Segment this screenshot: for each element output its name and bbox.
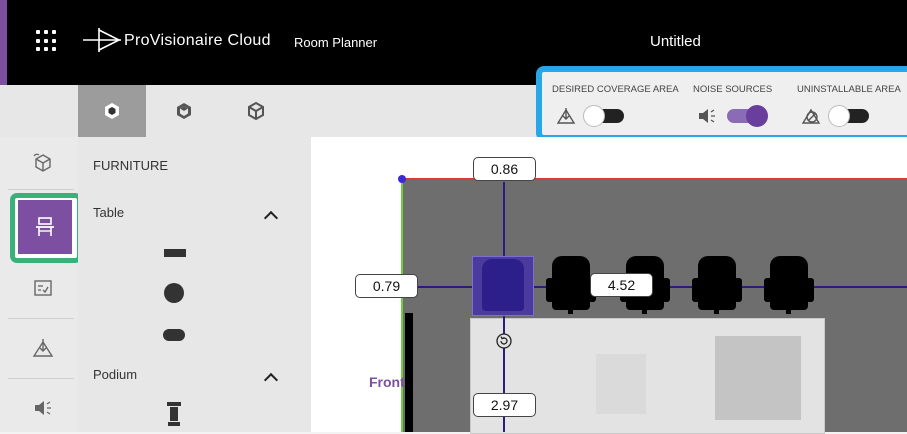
app-name: Room Planner	[294, 35, 378, 50]
toggle-label: UNINSTALLABLE AREA	[797, 84, 901, 95]
tab-3d-wire[interactable]	[222, 85, 290, 137]
category-table-label[interactable]: Table	[93, 205, 124, 220]
noise-toggle-switch[interactable]	[727, 105, 768, 127]
rotate-handle-icon[interactable]	[496, 333, 512, 349]
room-corner-handle[interactable]	[398, 175, 406, 183]
rect-table-item[interactable]	[164, 249, 186, 257]
nav-divider	[8, 378, 74, 379]
nav-divider	[8, 189, 74, 190]
oval-table-item[interactable]	[163, 329, 185, 341]
coverage-toggle-switch[interactable]	[583, 105, 624, 127]
toggle-noise-sources: NOISE SOURCES	[693, 84, 773, 127]
chair-seat	[482, 259, 524, 311]
dimension-label-below[interactable]: 2.97	[473, 393, 536, 417]
app-launcher-icon[interactable]	[36, 30, 58, 52]
cube-icon	[33, 153, 51, 172]
coverage-icon	[32, 339, 54, 357]
uninstallable-toggle-switch[interactable]	[828, 105, 869, 127]
speaker-noise-icon	[699, 109, 715, 123]
room-wall-left[interactable]	[401, 179, 403, 432]
chair[interactable]	[692, 256, 742, 314]
round-table-item[interactable]	[164, 283, 184, 303]
toggle-label: DESIRED COVERAGE AREA	[552, 84, 679, 95]
nav-noise[interactable]	[12, 382, 74, 434]
chair[interactable]	[546, 256, 596, 314]
podium-item[interactable]	[167, 402, 181, 426]
cube-outline-icon	[177, 103, 191, 119]
toggle-desired-coverage: DESIRED COVERAGE AREA	[552, 84, 679, 127]
dimension-guide	[503, 182, 505, 257]
nav-furniture[interactable]	[18, 200, 72, 254]
checklist-icon	[34, 280, 52, 296]
desk-icon	[36, 217, 54, 236]
nav-checklist[interactable]	[12, 262, 74, 314]
table-object[interactable]	[715, 336, 801, 420]
dimension-label-top[interactable]: 0.86	[473, 157, 536, 181]
nav-coverage[interactable]	[12, 322, 74, 374]
tab-3d-solid[interactable]	[78, 85, 146, 137]
toggle-label: NOISE SOURCES	[693, 84, 773, 95]
speaker-noise-icon	[35, 401, 51, 415]
brand-name: ProVisionaire Cloud	[124, 32, 271, 49]
front-label: Front	[369, 374, 405, 390]
display-toggles-panel: DESIRED COVERAGE AREA NOISE SOURCES UNIN…	[536, 66, 907, 141]
chair[interactable]	[764, 256, 814, 314]
table-object[interactable]	[596, 354, 646, 414]
tab-3d-outline[interactable]	[150, 85, 218, 137]
view-tabs	[78, 85, 290, 137]
category-podium-label[interactable]: Podium	[93, 367, 137, 382]
panel-title: FURNITURE	[93, 158, 169, 173]
toggle-uninstallable-area: UNINSTALLABLE AREA	[797, 84, 901, 127]
brand-accent-strip	[0, 0, 7, 85]
nav-room-shape[interactable]	[12, 137, 74, 189]
dimension-label-between[interactable]: 4.52	[590, 273, 653, 297]
nav-divider	[8, 318, 74, 319]
cube-wire-icon	[248, 102, 264, 120]
document-title[interactable]: Untitled	[650, 33, 701, 50]
front-wall-display[interactable]	[405, 313, 413, 432]
dimension-label-left[interactable]: 0.79	[355, 274, 418, 298]
cube-solid-icon	[105, 103, 119, 119]
coverage-icon	[556, 108, 576, 124]
furniture-panel	[78, 137, 311, 432]
no-install-icon	[801, 108, 821, 124]
provisionaire-logo-icon	[83, 28, 121, 52]
